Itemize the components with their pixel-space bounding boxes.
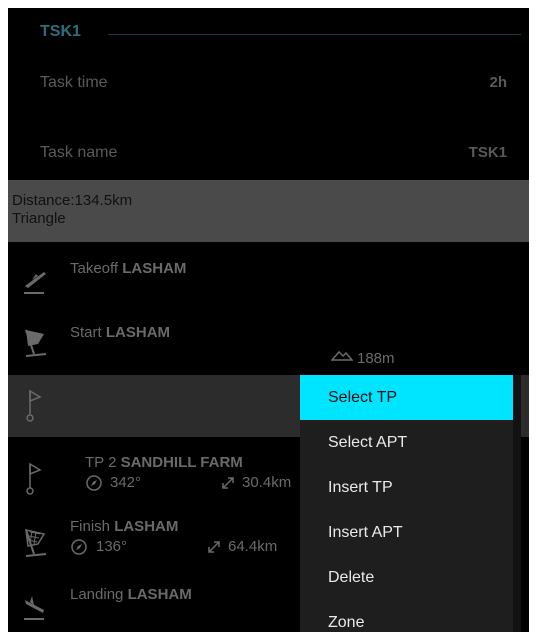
waypoint-label: TP 2 SANDHILL FARM [85,454,243,471]
waypoint-label: Landing LASHAM [70,586,192,603]
takeoff-icon [24,272,46,294]
task-title: TSK1 [40,23,81,40]
waypoint-label: Start LASHAM [70,324,171,341]
task-distance: Distance:134.5km [12,192,133,209]
waypoint-distance: 64.4km [228,538,278,555]
landing-icon [24,596,44,620]
waypoint-bearing: 342° [110,474,142,491]
waypoint-label: Takeoff LASHAM [70,260,187,277]
waypoint-label: TP 1 [70,387,102,404]
task-time-value: 2h [489,74,507,91]
task-name-label: Task name [40,144,118,161]
start-flag-icon [25,329,47,357]
distance-arrow-icon [208,541,220,553]
waypoint-context-menu: Select TP Select APT Insert TP Insert AP… [300,375,521,632]
task-summary: Distance:134.5km Triangle [8,180,529,242]
waypoint-takeoff[interactable]: Takeoff LASHAM [8,248,529,310]
header-divider [108,34,521,35]
menu-item-select-apt[interactable]: Select APT [300,420,513,465]
task-editor: TSK1 Task time 2h Task name TSK1 Distanc… [8,8,529,632]
compass-icon [86,475,102,491]
menu-item-select-tp[interactable]: Select TP [300,375,513,420]
waypoint-distance: 30.4km [242,474,292,491]
waypoint-label: Finish LASHAM [70,518,179,535]
task-time-label: Task time [40,74,108,91]
waypoint-start[interactable]: Start LASHAM 188m [8,312,529,374]
task-type: Triangle [12,210,66,227]
waypoint-bearing: 136° [96,538,128,555]
menu-item-insert-apt[interactable]: Insert APT [300,510,513,555]
compass-icon [71,539,87,555]
turnpoint-flag-icon [26,389,42,422]
mountain-icon [331,350,353,361]
distance-arrow-icon [222,477,234,489]
task-name-value: TSK1 [468,144,507,161]
menu-item-insert-tp[interactable]: Insert TP [300,465,513,510]
turnpoint-flag-icon [26,462,42,495]
menu-scrollbar[interactable] [513,375,521,632]
waypoint-altitude: 188m [357,350,395,367]
menu-item-delete[interactable]: Delete [300,555,513,600]
finish-flag-icon [25,529,47,557]
menu-item-zone[interactable]: Zone [300,600,513,632]
task-time-row[interactable]: Task time 2h [8,48,529,120]
